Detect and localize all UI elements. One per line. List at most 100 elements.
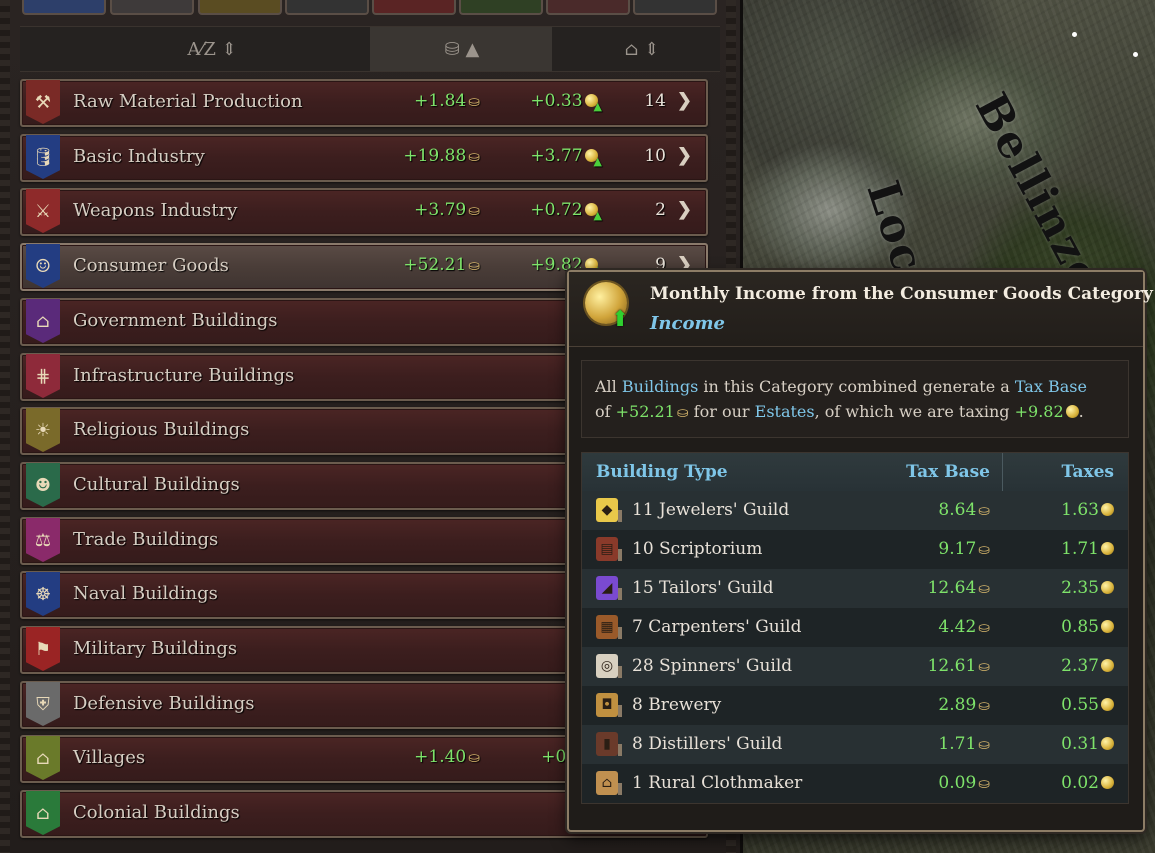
tax-base-value: +3.79: [414, 200, 467, 220]
category-building-count: 10: [644, 146, 666, 166]
military-banner-icon: ⚑: [26, 627, 60, 671]
sort-income-button[interactable]: ⛁ ▲: [432, 35, 492, 63]
tax-base-value: +1.84: [414, 91, 467, 111]
table-row[interactable]: ◎ 28 Spinners' Guild 12.61 ⛀ 2.37: [582, 647, 1128, 686]
desc-text: in this Category combined generate a: [698, 377, 1015, 396]
building-tax-base: 0.09 ⛀: [938, 773, 990, 793]
desc-text: of: [595, 402, 616, 421]
taxes-value: 2.37: [1061, 656, 1099, 676]
category-label: Raw Material Production: [73, 91, 303, 112]
category-building-count: 14: [644, 91, 666, 111]
category-label: Trade Buildings: [73, 529, 219, 550]
header-tax-base[interactable]: Tax Base: [906, 462, 990, 482]
category-tax-base: +1.40 ⛀: [414, 747, 480, 767]
sort-alphabetical-button[interactable]: A⁄Z ⇕: [182, 35, 242, 63]
tax-base-icon: ⛀: [978, 581, 990, 597]
building-name: 11 Jewelers' Guild: [632, 500, 790, 520]
panel-frame-left: [0, 0, 10, 853]
top-tab[interactable]: [372, 0, 456, 15]
rural-house-icon: ⌂: [596, 771, 622, 795]
table-row[interactable]: ◘ 8 Brewery 2.89 ⛀ 0.55: [582, 686, 1128, 725]
building-tax-base: 2.89 ⛀: [938, 695, 990, 715]
tax-base-icon: ⛀: [978, 542, 990, 558]
tax-base-value: 12.61: [927, 656, 977, 676]
chevron-right-icon[interactable]: ❯: [677, 145, 692, 166]
top-tab[interactable]: [110, 0, 194, 15]
category-tax-base: +19.88 ⛀: [403, 146, 480, 166]
building-name: 7 Carpenters' Guild: [632, 617, 802, 637]
header-taxes[interactable]: Taxes: [1061, 462, 1114, 482]
tax-base-value: 0.09: [938, 773, 977, 793]
gold-coin-icon: [1101, 542, 1114, 555]
gold-coin-icon: [1101, 737, 1114, 750]
category-row[interactable]: 🛢 Basic Industry +19.88 ⛀ +3.77 ▲ 10 ❯: [20, 134, 708, 182]
category-label: Government Buildings: [73, 310, 278, 331]
village-icon: ⌂: [26, 736, 60, 780]
category-taxes: +0.72 ▲: [530, 200, 602, 222]
sort-buildings-button[interactable]: ⌂ ⇕: [612, 35, 672, 63]
chevron-right-icon[interactable]: ❯: [677, 90, 692, 111]
sort-alphabetical-icon: A⁄Z ⇕: [187, 38, 237, 60]
top-tab[interactable]: [285, 0, 369, 15]
jewel-icon: ◆: [596, 498, 622, 522]
tax-base-value: +19.88: [403, 146, 467, 166]
tax-base-icon: ⛀: [978, 659, 990, 675]
chevron-right-icon[interactable]: ❯: [677, 199, 692, 220]
top-tab[interactable]: [198, 0, 282, 15]
table-row[interactable]: ▤ 10 Scriptorium 9.17 ⛀ 1.71: [582, 530, 1128, 569]
gold-coin-icon: [1101, 503, 1114, 516]
table-row[interactable]: ◆ 11 Jewelers' Guild 8.64 ⛀ 1.63: [582, 491, 1128, 530]
tax-base-icon: ⛀: [468, 94, 480, 110]
taxes-value: 0.85: [1061, 617, 1099, 637]
up-arrow-icon: ⬆: [611, 306, 630, 332]
tax-base-icon: ⛀: [978, 620, 990, 636]
desc-link-estates[interactable]: Estates: [755, 402, 815, 421]
income-tooltip: ⬆ Monthly Income from the Consumer Goods…: [567, 270, 1153, 832]
building-taxes: 0.02: [1061, 773, 1114, 793]
taxes-value: 0.02: [1061, 773, 1099, 793]
category-row[interactable]: ⚒ Raw Material Production +1.84 ⛀ +0.33 ▲ 14 ❯: [20, 79, 708, 127]
barrel-icon: 🛢: [26, 135, 60, 179]
category-label: Basic Industry: [73, 146, 205, 167]
building-name: 28 Spinners' Guild: [632, 656, 793, 676]
desc-link-tax-base[interactable]: Tax Base: [1015, 377, 1087, 396]
up-arrow-icon: ▲: [593, 100, 602, 113]
building-name: 15 Tailors' Guild: [632, 578, 774, 598]
top-tab[interactable]: [633, 0, 717, 15]
bottle-icon: ▮: [596, 732, 622, 756]
building-name: 8 Distillers' Guild: [632, 734, 783, 754]
table-row[interactable]: ⌂ 1 Rural Clothmaker 0.09 ⛀ 0.02: [582, 764, 1128, 803]
table-row[interactable]: ◢ 15 Tailors' Guild 12.64 ⛀ 2.35: [582, 569, 1128, 608]
building-taxes: 0.31: [1061, 734, 1114, 754]
taxes-value: 0.55: [1061, 695, 1099, 715]
tax-base-value: 12.64: [927, 578, 977, 598]
tax-base-icon: ⛀: [676, 405, 689, 421]
books-icon: ▤: [596, 537, 622, 561]
tooltip-header: ⬆ Monthly Income from the Consumer Goods…: [569, 272, 1153, 347]
building-type-table: Building Type Tax Base Taxes ◆ 11 Jeweler…: [581, 452, 1129, 804]
desc-text: All: [595, 377, 622, 396]
building-tax-base: 1.71 ⛀: [938, 734, 990, 754]
category-row[interactable]: ⚔ Weapons Industry +3.79 ⛀ +0.72 ▲ 2 ❯: [20, 188, 708, 236]
top-tab[interactable]: [459, 0, 543, 15]
desc-link-buildings[interactable]: Buildings: [622, 377, 698, 396]
table-row[interactable]: ▮ 8 Distillers' Guild 1.71 ⛀ 0.31: [582, 725, 1128, 764]
taxes-value: +3.77: [530, 146, 583, 166]
map-marker: [1072, 32, 1077, 37]
top-tab[interactable]: [22, 0, 106, 15]
header-building-type[interactable]: Building Type: [596, 462, 728, 482]
top-tab[interactable]: [546, 0, 630, 15]
building-tax-base: 12.64 ⛀: [928, 578, 990, 598]
category-label: Military Buildings: [73, 638, 238, 659]
tax-base-icon: ⛀: [468, 149, 480, 165]
category-tax-base: +3.79 ⛀: [414, 200, 480, 220]
pickaxe-icon: ⚒: [26, 80, 60, 124]
tax-base-icon: ⛀: [468, 203, 480, 219]
trade-icon: ⚖: [26, 518, 60, 562]
table-row[interactable]: ▦ 7 Carpenters' Guild 4.42 ⛀ 0.85: [582, 608, 1128, 647]
tax-base-icon: ⛀: [468, 258, 480, 274]
tax-base-value: 2.89: [938, 695, 977, 715]
taxes-value: 2.35: [1061, 578, 1099, 598]
category-building-count: 2: [655, 200, 666, 220]
road-icon: ⋕: [26, 354, 60, 398]
